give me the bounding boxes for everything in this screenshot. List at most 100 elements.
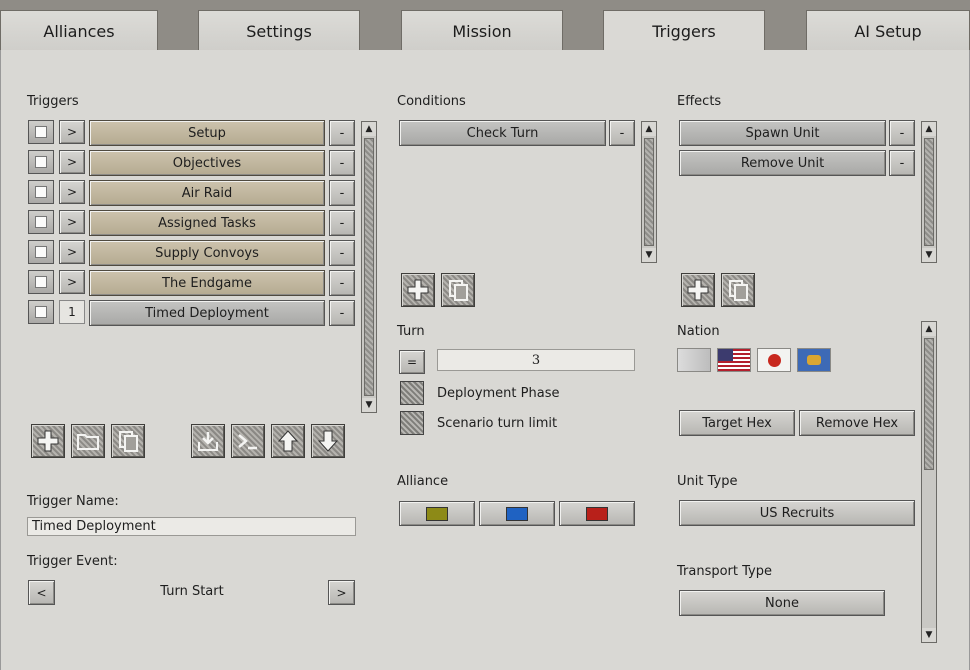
scroll-up-arrow-icon[interactable]: ▲ xyxy=(922,122,936,136)
scroll-down-arrow-icon[interactable]: ▼ xyxy=(362,398,376,412)
add-condition-button[interactable] xyxy=(401,273,435,307)
checkbox-box xyxy=(35,246,47,258)
alliance-swatch-olive xyxy=(426,506,448,521)
trigger-expand-button[interactable]: > xyxy=(59,210,85,234)
nation-flag-neutral-icon[interactable] xyxy=(677,348,711,372)
target-hex-button[interactable]: Target Hex xyxy=(679,410,795,436)
tab-ai-setup[interactable]: AI Setup xyxy=(806,10,970,51)
import-trigger-button[interactable] xyxy=(191,424,225,458)
trigger-expand-button[interactable]: > xyxy=(59,270,85,294)
remove-trigger-button[interactable]: - xyxy=(329,240,355,266)
remove-trigger-button[interactable]: - xyxy=(329,270,355,296)
trigger-enable-checkbox[interactable] xyxy=(28,120,54,144)
turn-operator-button[interactable]: = xyxy=(399,350,425,374)
triggers-heading: Triggers xyxy=(27,94,79,109)
trigger-item[interactable]: Supply Convoys xyxy=(89,240,325,266)
copy-trigger-button[interactable] xyxy=(111,424,145,458)
trigger-expand-button[interactable]: > xyxy=(59,180,85,204)
tab-triggers[interactable]: Triggers xyxy=(603,10,765,52)
scroll-down-arrow-icon[interactable]: ▼ xyxy=(922,248,936,262)
conditions-heading: Conditions xyxy=(397,94,466,109)
add-effect-button[interactable] xyxy=(681,273,715,307)
remove-hex-button[interactable]: Remove Hex xyxy=(799,410,915,436)
unit-type-selector[interactable]: US Recruits xyxy=(679,500,915,526)
trigger-expand-button[interactable]: > xyxy=(59,150,85,174)
tab-mission[interactable]: Mission xyxy=(401,10,563,51)
effects-scrollbar[interactable]: ▲ ▼ xyxy=(921,121,937,263)
trigger-item[interactable]: Assigned Tasks xyxy=(89,210,325,236)
deployment-phase-label: Deployment Phase xyxy=(437,386,560,401)
trigger-expand-button[interactable]: > xyxy=(59,120,85,144)
event-next-button[interactable]: > xyxy=(328,580,355,605)
add-folder-button[interactable] xyxy=(71,424,105,458)
remove-effect-button[interactable]: - xyxy=(889,120,915,146)
trigger-expand-button[interactable]: > xyxy=(59,240,85,264)
remove-trigger-button[interactable]: - xyxy=(329,180,355,206)
trigger-enable-checkbox[interactable] xyxy=(28,240,54,264)
add-trigger-button[interactable] xyxy=(31,424,65,458)
trigger-enable-checkbox[interactable] xyxy=(28,150,54,174)
scroll-thumb[interactable] xyxy=(364,138,374,396)
checkbox-box xyxy=(35,306,47,318)
scroll-thumb[interactable] xyxy=(644,138,654,246)
trigger-name-label: Trigger Name: xyxy=(27,494,119,509)
trigger-item[interactable]: Objectives xyxy=(89,150,325,176)
alliance-button-red[interactable] xyxy=(559,501,635,526)
condition-label: Check Turn xyxy=(466,125,539,141)
scroll-up-arrow-icon[interactable]: ▲ xyxy=(642,122,656,136)
transport-type-selector[interactable]: None xyxy=(679,590,885,616)
scroll-thumb[interactable] xyxy=(924,338,934,470)
scroll-thumb[interactable] xyxy=(924,138,934,246)
script-console-button[interactable] xyxy=(231,424,265,458)
tab-alliances[interactable]: Alliances xyxy=(0,10,158,51)
trigger-item[interactable]: Timed Deployment xyxy=(89,300,325,326)
trigger-name-input[interactable]: Timed Deployment xyxy=(27,517,356,536)
move-up-button[interactable] xyxy=(271,424,305,458)
turn-value-input[interactable]: 3 xyxy=(437,349,635,371)
trigger-event-value: Turn Start xyxy=(160,584,224,599)
triggers-scrollbar[interactable]: ▲ ▼ xyxy=(361,121,377,413)
copy-condition-button[interactable] xyxy=(441,273,475,307)
remove-effect-button[interactable]: - xyxy=(889,150,915,176)
alliance-button-olive[interactable] xyxy=(399,501,475,526)
effect-properties-scrollbar[interactable]: ▲ ▼ xyxy=(921,321,937,643)
trigger-order-number: 1 xyxy=(59,300,85,324)
copy-effect-button[interactable] xyxy=(721,273,755,307)
checkbox-box xyxy=(35,126,47,138)
remove-trigger-button[interactable]: - xyxy=(329,150,355,176)
nation-flag-japan-icon[interactable] xyxy=(757,348,791,372)
effect-item-spawn-unit[interactable]: Spawn Unit xyxy=(679,120,886,146)
remove-trigger-button[interactable]: - xyxy=(329,120,355,146)
condition-item[interactable]: Check Turn xyxy=(399,120,606,146)
scroll-down-arrow-icon[interactable]: ▼ xyxy=(922,628,936,642)
nation-flag-emblem-icon[interactable] xyxy=(797,348,831,372)
deployment-phase-toggle[interactable] xyxy=(400,381,424,405)
trigger-item[interactable]: Air Raid xyxy=(89,180,325,206)
effect-item-remove-unit[interactable]: Remove Unit xyxy=(679,150,886,176)
nation-label: Nation xyxy=(677,324,720,339)
move-down-button[interactable] xyxy=(311,424,345,458)
trigger-item[interactable]: The Endgame xyxy=(89,270,325,296)
scroll-down-arrow-icon[interactable]: ▼ xyxy=(642,248,656,262)
alliance-swatch-blue xyxy=(506,506,528,521)
scroll-up-arrow-icon[interactable]: ▲ xyxy=(362,122,376,136)
conditions-scrollbar[interactable]: ▲ ▼ xyxy=(641,121,657,263)
scenario-turn-limit-toggle[interactable] xyxy=(400,411,424,435)
alliance-button-blue[interactable] xyxy=(479,501,555,526)
event-prev-button[interactable]: < xyxy=(28,580,55,605)
trigger-item-label: Objectives xyxy=(172,155,242,171)
tab-settings[interactable]: Settings xyxy=(198,10,360,51)
trigger-enable-checkbox[interactable] xyxy=(28,210,54,234)
trigger-item[interactable]: Setup xyxy=(89,120,325,146)
trigger-enable-checkbox[interactable] xyxy=(28,180,54,204)
trigger-enable-checkbox[interactable] xyxy=(28,270,54,294)
plus-icon xyxy=(37,430,59,452)
alliance-swatch-red xyxy=(586,506,608,521)
tab-label: Triggers xyxy=(652,22,716,41)
remove-trigger-button[interactable]: - xyxy=(329,300,355,326)
nation-flag-usa-icon[interactable] xyxy=(717,348,751,372)
remove-trigger-button[interactable]: - xyxy=(329,210,355,236)
trigger-enable-checkbox[interactable] xyxy=(28,300,54,324)
scroll-up-arrow-icon[interactable]: ▲ xyxy=(922,322,936,336)
remove-condition-button[interactable]: - xyxy=(609,120,635,146)
